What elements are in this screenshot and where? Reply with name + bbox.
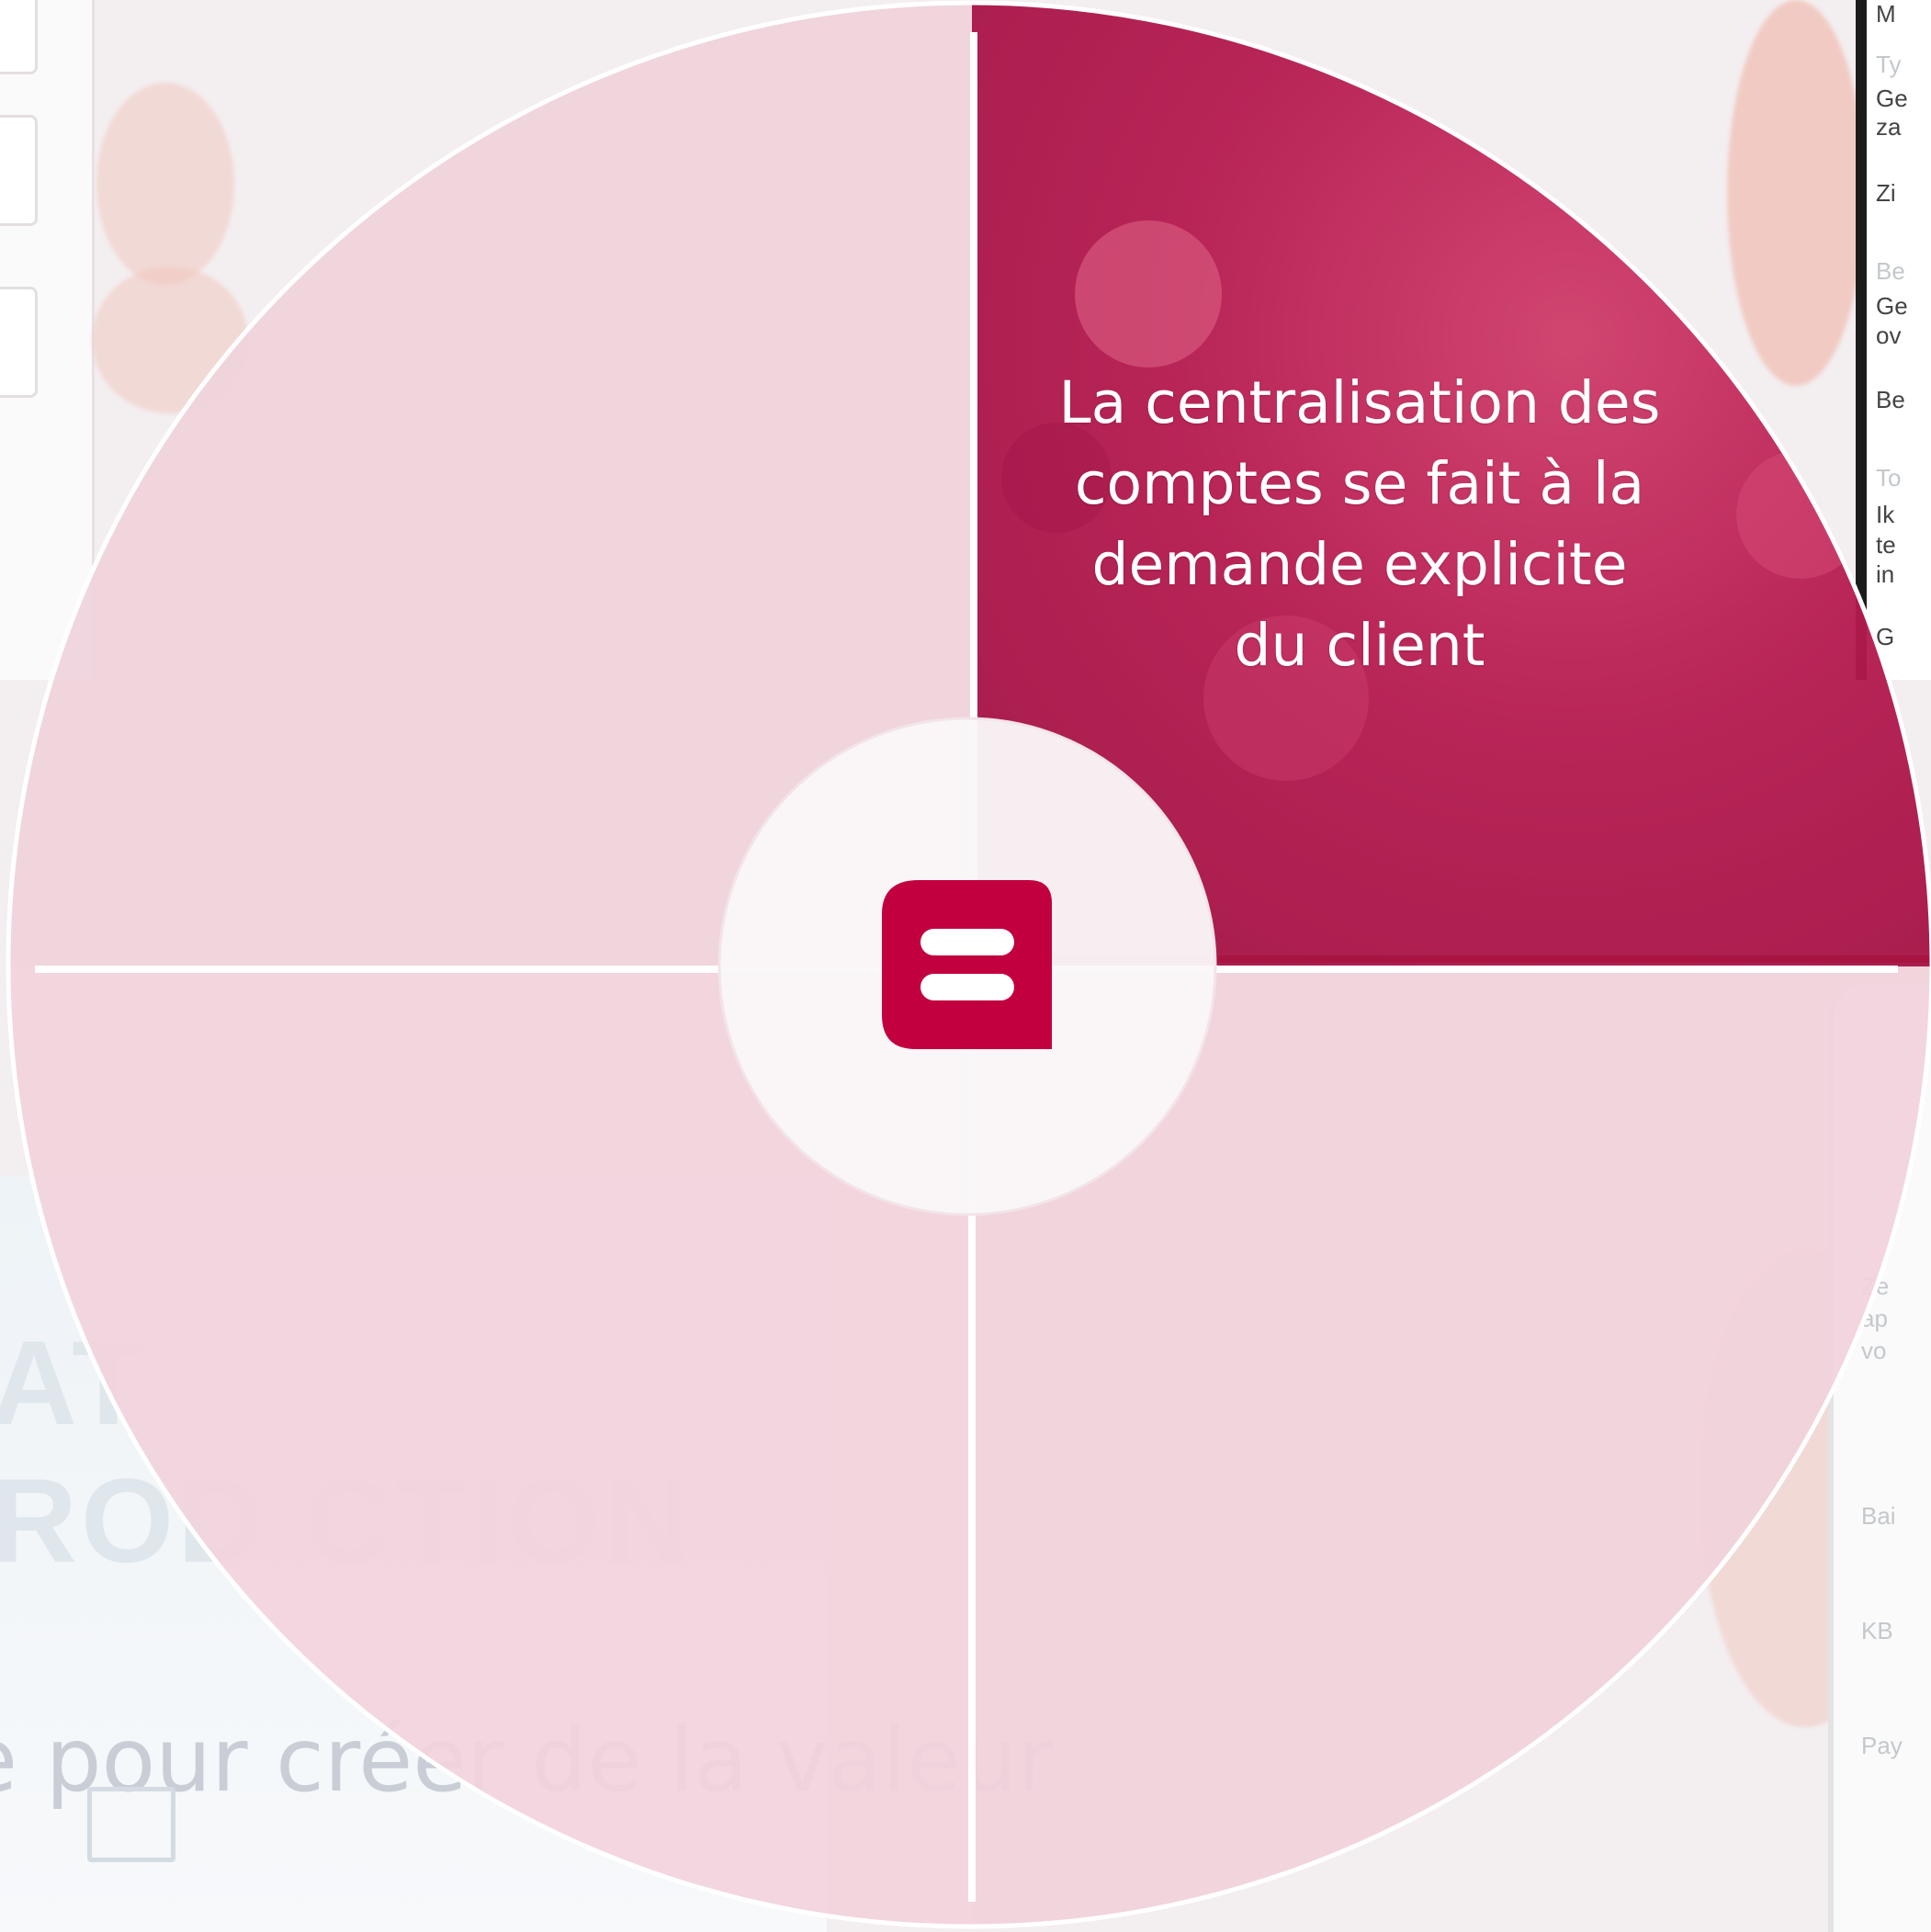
quadrant-top-right-label: La centralisation des comptes se fait à … xyxy=(1058,369,1661,679)
diagram-svg xyxy=(6,0,1931,1929)
bokeh-light xyxy=(1736,450,1865,579)
bokeh-light xyxy=(1075,220,1222,367)
bank-logo-icon xyxy=(882,880,1052,1049)
quadrant-diagram: La centralisation des comptes se fait à … xyxy=(0,0,1931,1932)
